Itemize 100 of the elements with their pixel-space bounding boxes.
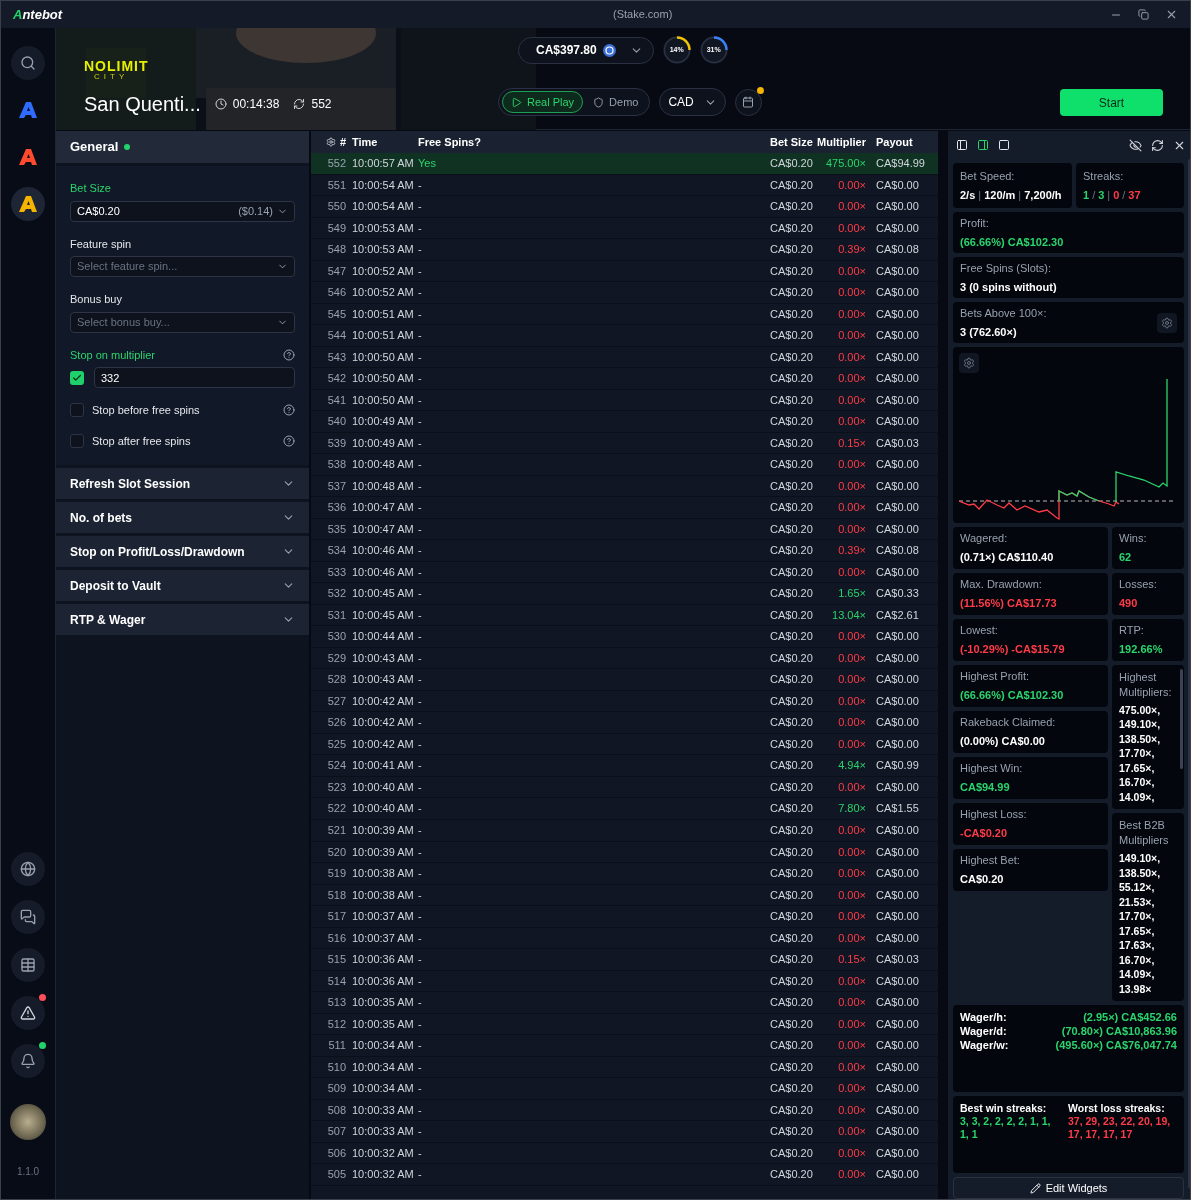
table-cell-text: 0.15× <box>837 435 866 451</box>
table-cell-text: 10:00:34 AM <box>351 1059 414 1075</box>
bet-row[interactable]: 552 10:00:57 AM Yes CA$0.20 475.00× CA$94.99 <box>311 153 938 175</box>
bet-row[interactable]: 529 10:00:43 AM - CA$0.20 0.00× CA$0.00 <box>311 647 938 670</box>
checkbox[interactable] <box>70 433 84 448</box>
bet-row[interactable]: 505 10:00:32 AM - CA$0.20 0.00× CA$0.00 <box>311 1164 938 1186</box>
stat-value: 3 (0 spins without) <box>960 280 1058 295</box>
shield-icon <box>593 96 605 108</box>
settings-button[interactable] <box>1157 312 1177 333</box>
bet-row[interactable]: 534 10:00:46 AM - CA$0.20 0.39× CA$0.08 <box>311 540 938 562</box>
bet-row[interactable]: 521 10:00:39 AM - CA$0.20 0.00× CA$0.00 <box>311 820 938 842</box>
bet-row[interactable]: 513 10:00:35 AM - CA$0.20 0.00× CA$0.00 <box>311 992 938 1014</box>
table-cell-text: 0.00× <box>837 672 866 688</box>
bet-row[interactable]: 532 10:00:45 AM - CA$0.20 1.65× CA$0.33 <box>311 583 938 605</box>
table-cell-text: 10:00:50 AM <box>351 371 414 387</box>
select-field[interactable]: CA$0.20 ($0.14) <box>70 200 295 222</box>
table-cell-text: 505 <box>326 1167 346 1183</box>
bet-row[interactable]: 533 10:00:46 AM - CA$0.20 0.00× CA$0.00 <box>311 561 938 584</box>
bet-row[interactable]: 531 10:00:45 AM - CA$0.20 13.04× CA$2.61 <box>311 604 938 627</box>
table-cell-text: 10:00:49 AM <box>351 414 414 430</box>
bet-row[interactable]: 548 10:00:53 AM - CA$0.20 0.39× CA$0.08 <box>311 239 938 261</box>
table-cell-text: CA$0.00 <box>875 1059 920 1075</box>
bet-row[interactable]: 530 10:00:44 AM - CA$0.20 0.00× CA$0.00 <box>311 626 938 648</box>
section-header[interactable]: RTP & Wager <box>56 604 309 635</box>
section-header[interactable]: Deposit to Vault <box>56 570 309 601</box>
bet-row[interactable]: 549 10:00:53 AM - CA$0.20 0.00× CA$0.00 <box>311 217 938 240</box>
bet-row[interactable]: 510 10:00:34 AM - CA$0.20 0.00× CA$0.00 <box>311 1056 938 1079</box>
column-header: Payout <box>875 134 914 150</box>
bet-row[interactable]: 520 10:00:39 AM - CA$0.20 0.00× CA$0.00 <box>311 841 938 863</box>
bet-row[interactable]: 522 10:00:40 AM - CA$0.20 7.80× CA$1.55 <box>311 798 938 820</box>
select-field[interactable]: Select feature spin... <box>70 256 295 277</box>
bet-row[interactable]: 519 10:00:38 AM - CA$0.20 0.00× CA$0.00 <box>311 863 938 885</box>
search-button[interactable] <box>11 46 45 80</box>
settings-button[interactable] <box>959 353 979 373</box>
edit-widgets-button[interactable]: Edit Widgets <box>953 1177 1184 1199</box>
bet-row[interactable]: 546 10:00:52 AM - CA$0.20 0.00× CA$0.00 <box>311 282 938 304</box>
bet-row[interactable]: 518 10:00:38 AM - CA$0.20 0.00× CA$0.00 <box>311 884 938 907</box>
bet-row[interactable]: 525 10:00:42 AM - CA$0.20 0.00× CA$0.00 <box>311 733 938 756</box>
mode-tab[interactable]: Real Play <box>502 91 584 113</box>
bet-row[interactable]: 528 10:00:43 AM - CA$0.20 0.00× CA$0.00 <box>311 669 938 691</box>
table-button[interactable] <box>11 948 45 982</box>
bet-row[interactable]: 512 10:00:35 AM - CA$0.20 0.00× CA$0.00 <box>311 1013 938 1036</box>
start-button[interactable]: Start <box>1060 89 1163 116</box>
bet-row[interactable]: 543 10:00:50 AM - CA$0.20 0.00× CA$0.00 <box>311 346 938 369</box>
table-cell-text: CA$0.20 <box>770 995 814 1011</box>
bet-row[interactable]: 538 10:00:48 AM - CA$0.20 0.00× CA$0.00 <box>311 454 938 476</box>
layout-button[interactable] <box>977 139 989 151</box>
avatar[interactable] <box>10 1104 46 1140</box>
bet-row[interactable]: 523 10:00:40 AM - CA$0.20 0.00× CA$0.00 <box>311 776 938 799</box>
bet-row[interactable]: 526 10:00:42 AM - CA$0.20 0.00× CA$0.00 <box>311 712 938 734</box>
bet-row[interactable]: 539 10:00:49 AM - CA$0.20 0.15× CA$0.03 <box>311 432 938 455</box>
bet-row[interactable]: 506 10:00:32 AM - CA$0.20 0.00× CA$0.00 <box>311 1142 938 1165</box>
app-button[interactable] <box>11 187 45 221</box>
bet-row[interactable]: 527 10:00:42 AM - CA$0.20 0.00× CA$0.00 <box>311 690 938 713</box>
bet-row[interactable]: 517 10:00:37 AM - CA$0.20 0.00× CA$0.00 <box>311 906 938 928</box>
bet-row[interactable]: 511 10:00:34 AM - CA$0.20 0.00× CA$0.00 <box>311 1035 938 1057</box>
bet-row[interactable]: 551 10:00:54 AM - CA$0.20 0.00× CA$0.00 <box>311 174 938 197</box>
bet-row[interactable]: 524 10:00:41 AM - CA$0.20 4.94× CA$0.99 <box>311 755 938 777</box>
table-cell-text: CA$0.00 <box>875 1038 920 1054</box>
bet-row[interactable]: 514 10:00:36 AM - CA$0.20 0.00× CA$0.00 <box>311 970 938 993</box>
bet-row[interactable]: 515 10:00:36 AM - CA$0.20 0.15× CA$0.03 <box>311 949 938 971</box>
table-cell-text: 10:00:54 AM <box>351 199 414 215</box>
table-cell-text: 0.00× <box>837 263 866 279</box>
checkbox[interactable] <box>70 403 84 418</box>
bell-button[interactable] <box>11 1044 45 1078</box>
table-cell-text: CA$0.00 <box>875 1016 920 1032</box>
scrollbar[interactable] <box>1180 668 1183 769</box>
bet-row[interactable]: 542 10:00:50 AM - CA$0.20 0.00× CA$0.00 <box>311 368 938 390</box>
mode-tab[interactable]: Demo <box>585 91 647 113</box>
warning-button[interactable] <box>11 996 45 1030</box>
bet-row[interactable]: 509 10:00:34 AM - CA$0.20 0.00× CA$0.00 <box>311 1078 938 1100</box>
currency-dropdown[interactable]: CAD <box>659 88 726 116</box>
section-header[interactable]: No. of bets <box>56 502 309 533</box>
bet-row[interactable]: 540 10:00:49 AM - CA$0.20 0.00× CA$0.00 <box>311 411 938 433</box>
bet-row[interactable]: 545 10:00:51 AM - CA$0.20 0.00× CA$0.00 <box>311 303 938 326</box>
table-cell-text: 0.00× <box>837 779 866 795</box>
bet-row[interactable]: 547 10:00:52 AM - CA$0.20 0.00× CA$0.00 <box>311 260 938 283</box>
calendar-button[interactable] <box>734 88 762 116</box>
globe-button[interactable] <box>11 852 45 886</box>
section-header[interactable]: Refresh Slot Session <box>56 468 309 499</box>
chat-button[interactable] <box>11 900 45 934</box>
bet-row[interactable]: 535 10:00:47 AM - CA$0.20 0.00× CA$0.00 <box>311 518 938 541</box>
bet-row[interactable]: 507 10:00:33 AM - CA$0.20 0.00× CA$0.00 <box>311 1121 938 1143</box>
section-header[interactable]: Stop on Profit/Loss/Drawdown <box>56 536 309 567</box>
section-header[interactable]: General <box>56 131 309 163</box>
bet-row[interactable]: 516 10:00:37 AM - CA$0.20 0.00× CA$0.00 <box>311 927 938 950</box>
stat-value: 62 <box>1119 550 1133 566</box>
bet-row[interactable]: 508 10:00:33 AM - CA$0.20 0.00× CA$0.00 <box>311 1099 938 1122</box>
bet-row[interactable]: 536 10:00:47 AM - CA$0.20 0.00× CA$0.00 <box>311 497 938 519</box>
bet-row[interactable]: 537 10:00:48 AM - CA$0.20 0.00× CA$0.00 <box>311 475 938 498</box>
table-cell-text: 10:00:34 AM <box>351 1038 414 1054</box>
table-cell-text: CA$0.20 <box>770 693 814 709</box>
bet-row[interactable]: 541 10:00:50 AM - CA$0.20 0.00× CA$0.00 <box>311 389 938 412</box>
bet-row[interactable]: 544 10:00:51 AM - CA$0.20 0.00× CA$0.00 <box>311 325 938 347</box>
select-field[interactable]: Select bonus buy... <box>70 311 295 333</box>
multiplier-input[interactable]: 332 <box>94 367 295 388</box>
checkbox[interactable] <box>70 370 84 385</box>
bet-row[interactable]: 550 10:00:54 AM - CA$0.20 0.00× CA$0.00 <box>311 196 938 218</box>
provider-logo: NOLIMIT CITY <box>84 58 150 81</box>
balance-dropdown[interactable]: CA$397.80 <box>518 36 654 64</box>
